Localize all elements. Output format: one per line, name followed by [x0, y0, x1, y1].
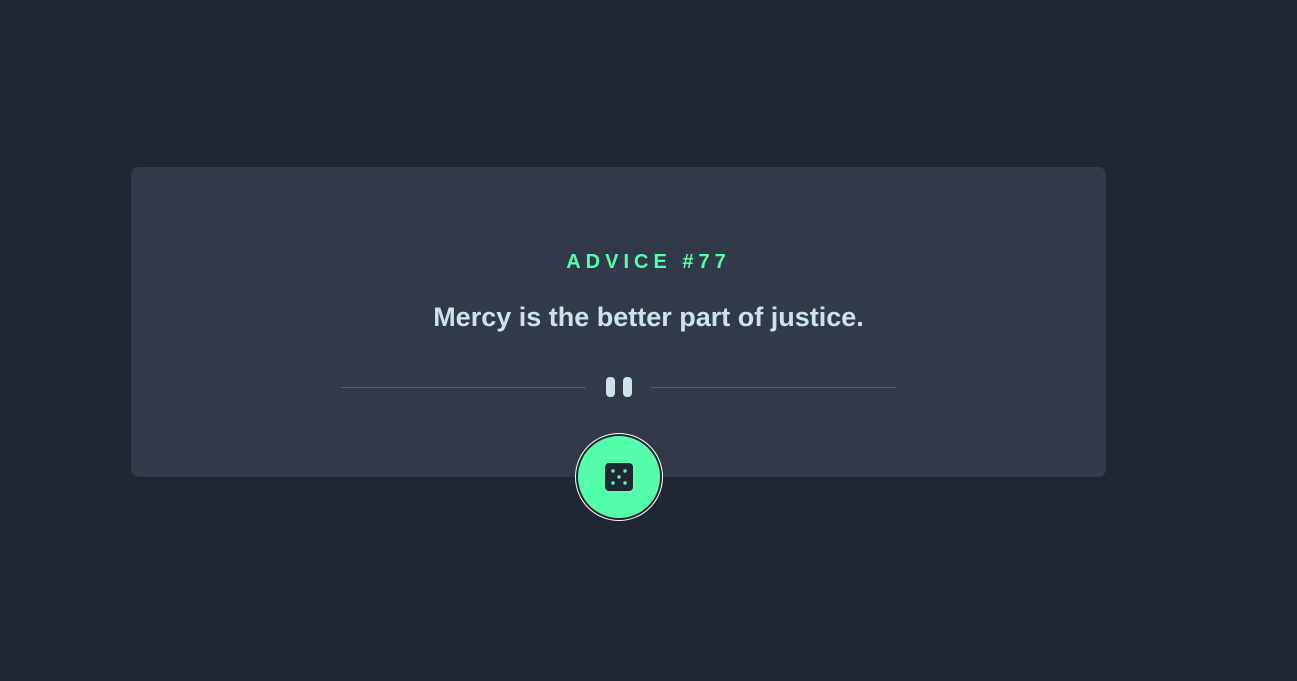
pause-icon — [606, 377, 632, 397]
advice-number: #77 — [682, 251, 731, 273]
divider-right-line — [651, 387, 896, 388]
advice-id: ADVICE #77 — [0, 250, 1297, 274]
generate-advice-button[interactable] — [576, 434, 662, 520]
pause-bar-right — [623, 377, 632, 397]
advice-label: ADVICE — [566, 251, 672, 273]
advice-quote: Mercy is the better part of justice. — [433, 302, 864, 332]
divider-left-line — [341, 387, 586, 388]
dice-icon — [605, 463, 633, 491]
pause-bar-left — [606, 377, 615, 397]
